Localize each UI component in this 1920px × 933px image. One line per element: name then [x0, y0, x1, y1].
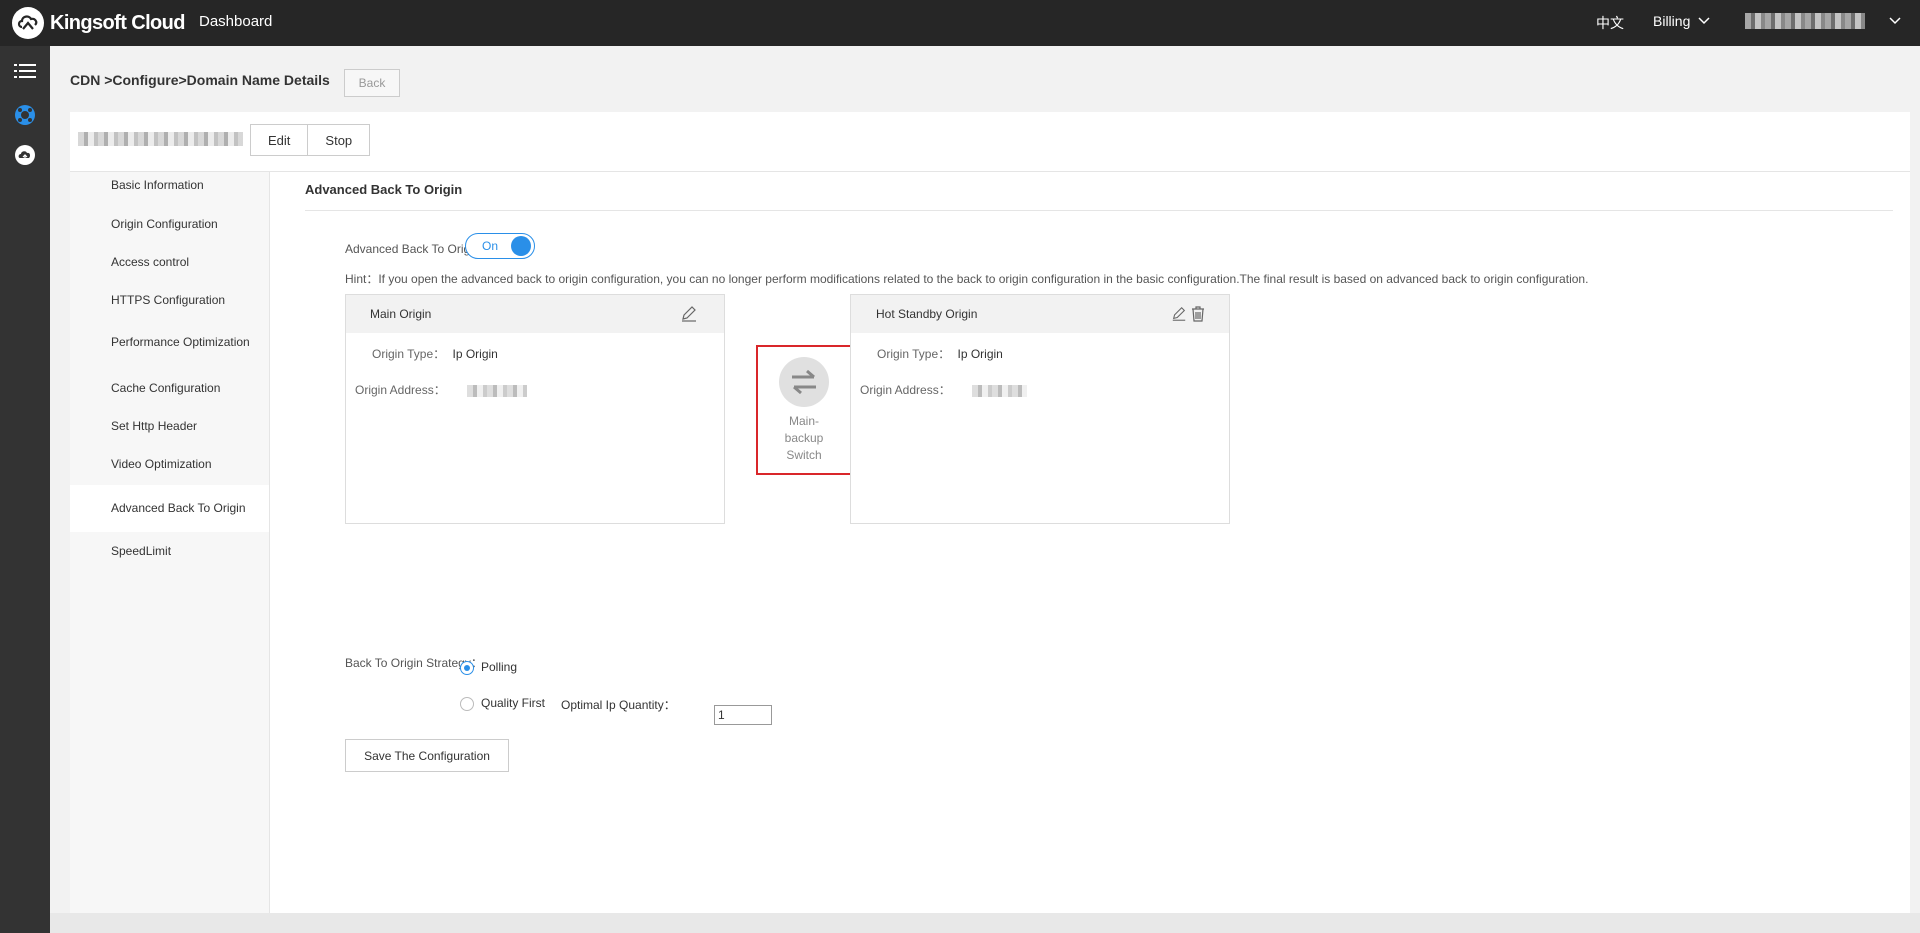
toggle-state-text: On — [482, 239, 499, 253]
main-backup-switch-button[interactable]: Main-backup Switch — [756, 345, 852, 475]
optimal-ip-quantity-input[interactable] — [714, 705, 772, 725]
trash-icon[interactable] — [1191, 305, 1205, 323]
dashboard-link[interactable]: Dashboard — [199, 13, 272, 30]
origin-type-label: Origin Type： — [372, 347, 446, 361]
origin-type-label: Origin Type： — [877, 347, 951, 361]
domain-details-panel: Edit Stop Basic Information Origin Confi… — [70, 112, 1910, 913]
sidebar-item-video-optimization[interactable]: Video Optimization — [70, 457, 269, 471]
origin-type-value: Ip Origin — [452, 347, 498, 361]
domain-actions: Edit Stop — [250, 124, 371, 156]
top-bar: Kingsoft Cloud Dashboard 中文 Billing — [0, 0, 1920, 46]
standby-origin-address-row: Origin Address： — [860, 381, 1028, 398]
sidebar-item-access-control[interactable]: Access control — [70, 255, 269, 269]
origin-type-value: Ip Origin — [957, 347, 1003, 361]
sidebar-item-cache-configuration[interactable]: Cache Configuration — [70, 381, 269, 395]
toggle-knob — [511, 236, 531, 256]
polling-radio[interactable] — [460, 661, 474, 675]
quality-first-label[interactable]: Quality First — [481, 696, 545, 710]
redacted-origin-address — [467, 384, 528, 397]
polling-label[interactable]: Polling — [481, 660, 517, 674]
billing-menu[interactable]: Billing — [1653, 13, 1710, 29]
main-origin-card: Main Origin Origin Type： Ip Origin Origi… — [345, 294, 725, 524]
edit-pencil-icon[interactable] — [680, 305, 698, 323]
left-icon-nav — [0, 46, 50, 933]
origin-address-label: Origin Address： — [355, 383, 446, 397]
standby-origin-title: Hot Standby Origin — [876, 307, 978, 321]
sidebar-item-origin-configuration[interactable]: Origin Configuration — [70, 217, 269, 231]
cloud-upload-icon[interactable] — [13, 143, 37, 167]
kingsoft-logo[interactable]: Kingsoft Cloud — [12, 7, 186, 39]
chevron-down-icon — [1698, 17, 1710, 25]
optimal-ip-quantity-label: Optimal Ip Quantity： — [561, 698, 676, 712]
language-switch[interactable]: 中文 — [1596, 13, 1624, 33]
config-sidebar: Basic Information Origin Configuration A… — [70, 172, 270, 913]
cdn-service-icon[interactable] — [13, 103, 37, 127]
main-origin-header: Main Origin — [346, 295, 724, 333]
main-origin-actions — [680, 305, 698, 323]
standby-origin-actions — [1171, 305, 1205, 323]
redacted-username — [1745, 13, 1865, 29]
sidebar-item-set-http-header[interactable]: Set Http Header — [70, 419, 269, 433]
menu-list-icon[interactable] — [13, 59, 37, 83]
sidebar-item-speedlimit[interactable]: SpeedLimit — [70, 544, 269, 558]
divider — [70, 171, 1910, 172]
redacted-domain-name — [78, 132, 243, 146]
sidebar-item-basic-information[interactable]: Basic Information — [70, 178, 269, 192]
hint-text: Hint：If you open the advanced back to or… — [345, 272, 1589, 286]
billing-label: Billing — [1653, 13, 1691, 29]
swap-arrows-icon — [779, 357, 829, 407]
main-origin-title: Main Origin — [370, 307, 432, 321]
standby-origin-type-row: Origin Type： Ip Origin — [877, 345, 1003, 362]
main-origin-type-row: Origin Type： Ip Origin — [372, 345, 498, 362]
origin-address-label: Origin Address： — [860, 383, 951, 397]
hot-standby-origin-card: Hot Standby Origin Origin Type： Ip Origi… — [850, 294, 1230, 524]
sidebar-item-performance-optimization[interactable]: Performance Optimization — [70, 335, 269, 349]
cloud-logo-icon — [12, 7, 44, 39]
switch-label: Main-backup Switch — [784, 414, 824, 462]
section-title: Advanced Back To Origin — [305, 182, 463, 197]
sidebar-item-advanced-back-to-origin[interactable]: Advanced Back To Origin — [70, 485, 269, 532]
stop-button[interactable]: Stop — [308, 124, 371, 156]
advanced-back-to-origin-toggle[interactable]: On — [465, 233, 535, 259]
breadcrumb: CDN >Configure>Domain Name Details — [70, 72, 330, 88]
user-menu[interactable] — [1745, 13, 1901, 29]
sidebar-item-https-configuration[interactable]: HTTPS Configuration — [70, 293, 269, 307]
standby-origin-header: Hot Standby Origin — [851, 295, 1229, 333]
edit-pencil-icon[interactable] — [1171, 305, 1187, 323]
chevron-down-icon — [1889, 17, 1901, 25]
edit-button[interactable]: Edit — [250, 124, 309, 156]
main-origin-address-row: Origin Address： — [355, 381, 528, 398]
redacted-origin-address — [972, 384, 1028, 397]
back-button[interactable]: Back — [344, 69, 400, 97]
bottom-bar — [50, 913, 1920, 933]
save-configuration-button[interactable]: Save The Configuration — [345, 739, 509, 772]
content-area: CDN >Configure>Domain Name Details Back … — [50, 46, 1920, 913]
divider — [305, 210, 1893, 211]
quality-first-radio[interactable] — [460, 697, 474, 711]
brand-name: Kingsoft Cloud — [50, 11, 186, 34]
